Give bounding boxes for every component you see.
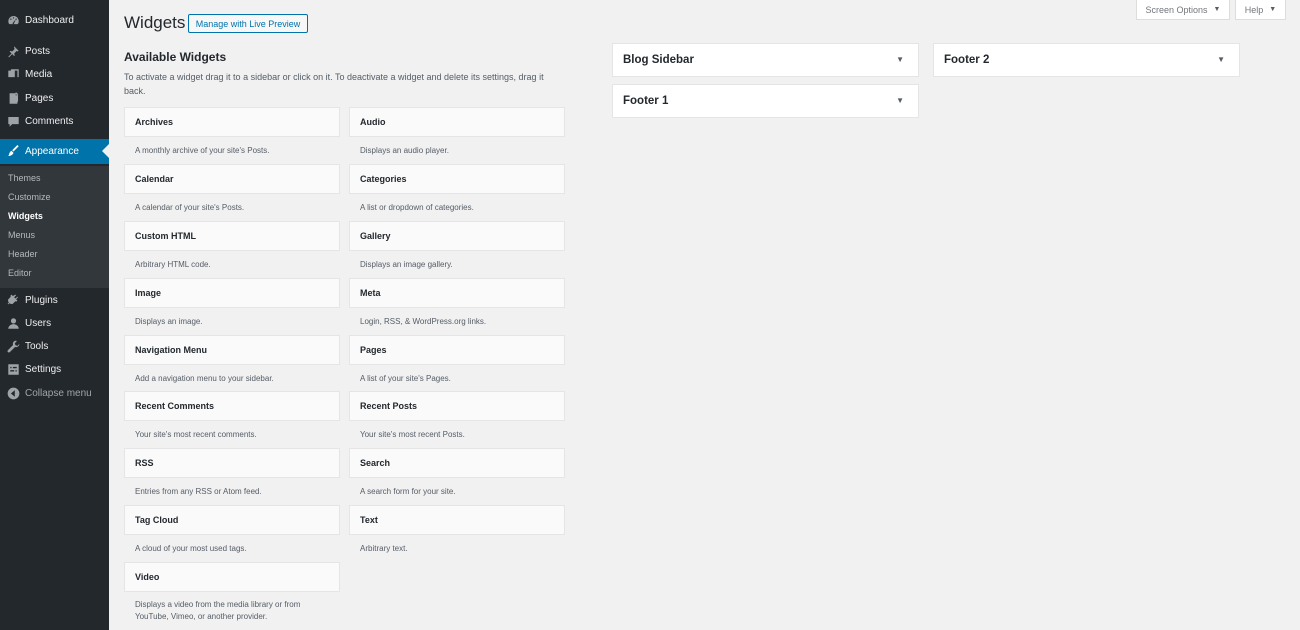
widget-gallery[interactable]: Gallery [349, 221, 565, 251]
appearance-submenu: Themes Customize Widgets Menus Header Ed… [0, 166, 109, 288]
widget-description: Displays an audio player. [360, 146, 449, 155]
menu-item-settings[interactable]: Settings [0, 357, 109, 381]
widget-image[interactable]: Image [124, 278, 340, 308]
menu-item-tools[interactable]: Tools [0, 334, 109, 358]
manage-live-preview-button[interactable]: Manage with Live Preview [188, 14, 308, 33]
widget-description: Displays a video from the media library … [135, 600, 301, 621]
menu-label: Settings [25, 363, 62, 375]
widget-categories[interactable]: Categories [349, 164, 565, 194]
menu-label: Plugins [25, 294, 58, 306]
widget-tag-cloud[interactable]: Tag Cloud [124, 505, 340, 535]
menu-label: Collapse menu [25, 387, 92, 399]
brush-icon [6, 145, 20, 159]
menu-item-users[interactable]: Users [0, 311, 109, 335]
widget-pages[interactable]: Pages [349, 335, 565, 365]
widget-description: Arbitrary text. [360, 544, 408, 553]
widget-description: Arbitrary HTML code. [135, 260, 211, 269]
available-widgets-title: Available Widgets [124, 50, 227, 64]
dashboard-icon [6, 13, 20, 27]
widget-description: A cloud of your most used tags. [135, 544, 247, 553]
menu-item-plugins[interactable]: Plugins [0, 288, 109, 312]
sidebar-area-title: Footer 2 [944, 54, 990, 66]
widget-description: Your site's most recent Posts. [360, 430, 465, 439]
admin-sidebar: Dashboard Posts Media Pages Comments App… [0, 0, 109, 630]
submenu-item-customize[interactable]: Customize [8, 189, 51, 205]
menu-label: Posts [25, 45, 51, 57]
menu-label: Tools [25, 340, 49, 352]
widget-recent-posts[interactable]: Recent Posts [349, 391, 565, 421]
widget-rss[interactable]: RSS [124, 448, 340, 478]
collapse-icon [6, 386, 20, 400]
submenu-item-themes[interactable]: Themes [8, 170, 41, 186]
menu-label: Media [25, 68, 53, 80]
triangle-down-icon[interactable]: ▼ [896, 44, 904, 76]
widget-description: Login, RSS, & WordPress.org links. [360, 317, 487, 326]
menu-label: Users [25, 317, 52, 329]
user-icon [6, 316, 20, 330]
menu-label: Dashboard [25, 14, 74, 26]
widget-description: A monthly archive of your site's Posts. [135, 146, 270, 155]
screen-options-label: Screen Options [1145, 4, 1208, 15]
triangle-down-icon: ▼ [1213, 6, 1221, 13]
help-label: Help [1244, 4, 1264, 15]
widget-archives[interactable]: Archives [124, 107, 340, 137]
comment-icon [6, 114, 20, 128]
widget-search[interactable]: Search [349, 448, 565, 478]
sidebar-area-title: Footer 1 [623, 95, 669, 107]
sidebar-area-title: Blog Sidebar [623, 54, 694, 66]
sidebar-area-blog-sidebar[interactable]: Blog Sidebar ▼ [612, 43, 919, 77]
triangle-down-icon[interactable]: ▼ [1217, 44, 1225, 76]
triangle-down-icon[interactable]: ▼ [896, 85, 904, 117]
widget-description: Entries from any RSS or Atom feed. [135, 487, 262, 496]
widget-description: Displays an image. [135, 317, 203, 326]
submenu-item-menus[interactable]: Menus [8, 227, 35, 243]
widget-navigation-menu[interactable]: Navigation Menu [124, 335, 340, 365]
available-widgets-description: To activate a widget drag it to a sideba… [124, 72, 544, 96]
widget-meta[interactable]: Meta [349, 278, 565, 308]
widget-audio[interactable]: Audio [349, 107, 565, 137]
menu-item-appearance[interactable]: Appearance [0, 139, 109, 164]
menu-label: Appearance [25, 146, 79, 157]
widget-video[interactable]: Video [124, 562, 340, 592]
widget-text[interactable]: Text [349, 505, 565, 535]
widget-description: A search form for your site. [360, 487, 456, 496]
pages-icon [6, 91, 20, 105]
menu-item-posts[interactable]: Posts [0, 39, 109, 63]
widget-description: A list of your site's Pages. [360, 374, 451, 383]
wrench-icon [6, 339, 20, 353]
menu-item-dashboard[interactable]: Dashboard [0, 8, 109, 32]
pin-icon [6, 44, 20, 58]
help-button[interactable]: Help ▼ [1235, 0, 1286, 20]
collapse-menu-button[interactable]: Collapse menu [0, 381, 109, 405]
sidebar-area-footer-2[interactable]: Footer 2 ▼ [933, 43, 1240, 77]
submenu-item-header[interactable]: Header [8, 246, 38, 262]
submenu-item-widgets[interactable]: Widgets [8, 208, 43, 224]
plugin-icon [6, 293, 20, 307]
menu-item-media[interactable]: Media [0, 62, 109, 86]
sidebar-area-footer-1[interactable]: Footer 1 ▼ [612, 84, 919, 118]
widget-description: Your site's most recent comments. [135, 430, 257, 439]
triangle-down-icon: ▼ [1269, 6, 1277, 13]
submenu-item-editor[interactable]: Editor [8, 265, 32, 281]
widget-recent-comments[interactable]: Recent Comments [124, 391, 340, 421]
widget-description: A list or dropdown of categories. [360, 203, 474, 212]
widget-calendar[interactable]: Calendar [124, 164, 340, 194]
settings-icon [6, 362, 20, 376]
screen-options-button[interactable]: Screen Options ▼ [1136, 0, 1230, 20]
menu-label: Pages [25, 92, 54, 104]
media-icon [6, 67, 20, 81]
menu-label: Comments [25, 115, 74, 127]
menu-item-pages[interactable]: Pages [0, 86, 109, 110]
widget-description: A calendar of your site's Posts. [135, 203, 245, 212]
widget-custom-html[interactable]: Custom HTML [124, 221, 340, 251]
widget-description: Displays an image gallery. [360, 260, 453, 269]
widget-description: Add a navigation menu to your sidebar. [135, 374, 274, 383]
menu-item-comments[interactable]: Comments [0, 109, 109, 133]
page-title: Widgets [124, 13, 186, 32]
